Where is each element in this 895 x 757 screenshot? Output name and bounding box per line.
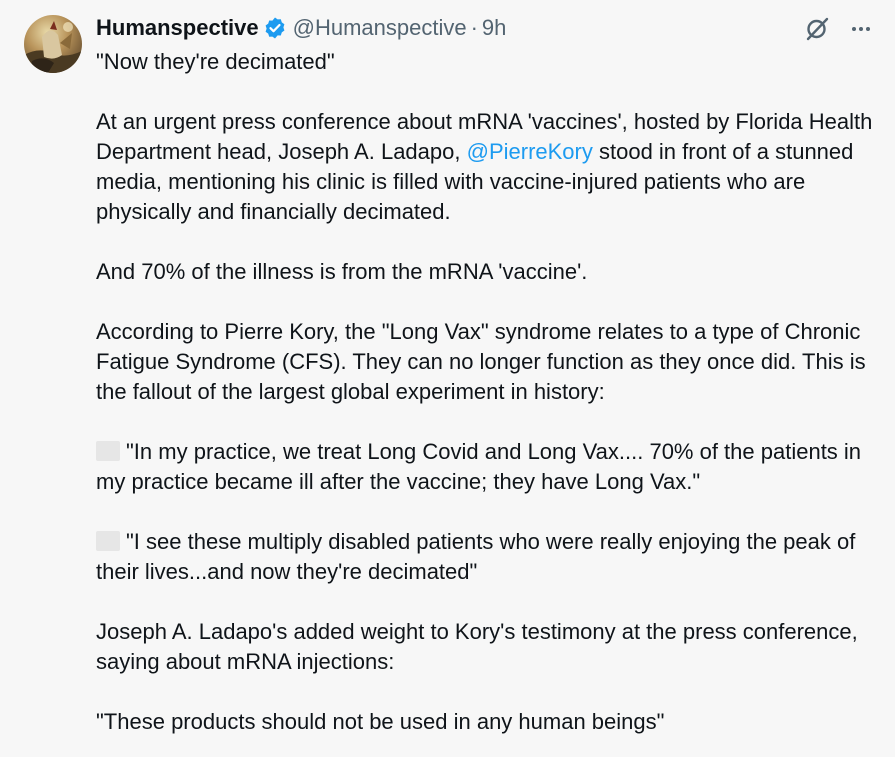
verified-badge-icon[interactable] [263,16,287,40]
tweet-header: Humanspective @Humanspective · 9h [96,13,506,43]
tweet[interactable]: Humanspective @Humanspective · 9h "Now t… [0,0,895,757]
avatar-painting-icon [24,15,82,73]
paragraph-text: "In my practice, we treat Long Covid and… [96,439,862,494]
tweet-actions [803,15,875,43]
paragraph-text: "I see these multiply disabled patients … [96,529,856,584]
separator-dot: · [470,15,478,40]
post-time[interactable]: 9h [482,13,506,43]
author-handle[interactable]: @Humanspective [293,13,467,43]
paragraph-ladapo: Joseph A. Ladapo's added weight to Kory'… [96,619,858,674]
paragraph-illness-stat: And 70% of the illness is from the mRNA … [96,259,588,284]
grok-icon[interactable] [803,15,831,43]
emoji-placeholder-icon [96,441,120,461]
author-display-name[interactable]: Humanspective [96,13,259,43]
paragraph-quote-title: "Now they're decimated" [96,49,335,74]
paragraph-quote-practice: "In my practice, we treat Long Covid and… [96,437,886,497]
paragraph-press-conference: At an urgent press conference about mRNA… [96,107,886,227]
mention-link[interactable]: @PierreKory [467,139,593,164]
more-options-icon[interactable] [847,15,875,43]
paragraph-quote-patients: "I see these multiply disabled patients … [96,527,886,587]
paragraph-final-quote: "These products should not be used in an… [96,709,665,734]
paragraph-long-vax: According to Pierre Kory, the "Long Vax"… [96,319,866,404]
emoji-placeholder-icon [96,531,120,551]
avatar[interactable] [24,15,82,73]
tweet-text: "Now they're decimated" At an urgent pre… [96,47,886,757]
